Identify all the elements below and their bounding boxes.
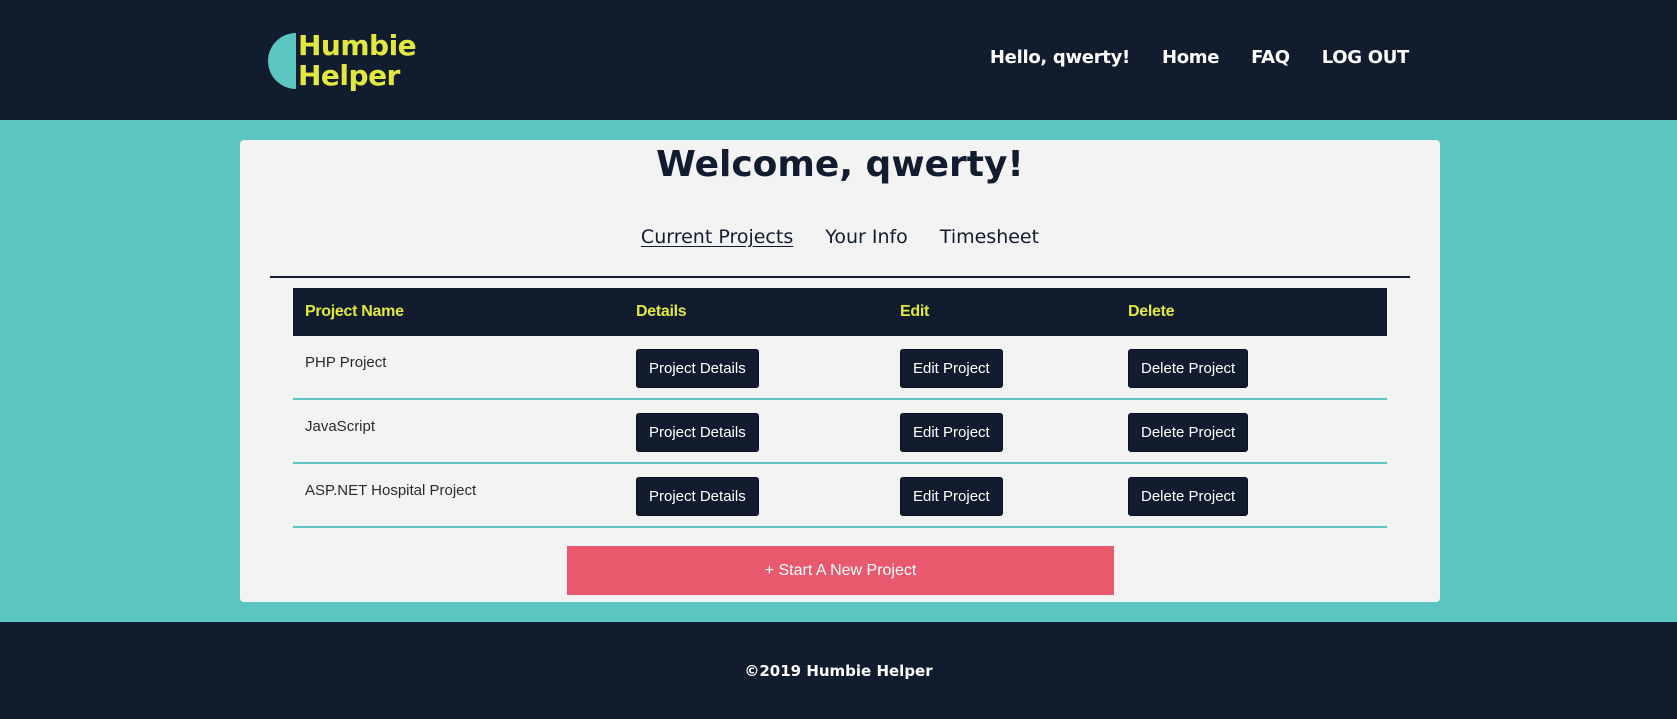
header-details: Details <box>636 303 687 320</box>
header-project-name: Project Name <box>305 303 404 320</box>
logo-text: Humbie Helper <box>298 29 417 92</box>
tab-bar: Current Projects Your Info Timesheet <box>240 225 1440 249</box>
table-row: ASP.NET Hospital Project Project Details… <box>293 464 1387 528</box>
edit-project-button[interactable]: Edit Project <box>900 349 1003 388</box>
header-edit: Edit <box>900 303 930 320</box>
copyright-text: ©2019 Humbie Helper <box>744 662 933 680</box>
start-new-project-button[interactable]: + Start A New Project <box>567 546 1114 595</box>
delete-project-button[interactable]: Delete Project <box>1128 413 1249 452</box>
project-name: ASP.NET Hospital Project <box>305 482 477 499</box>
header-delete: Delete <box>1128 303 1175 320</box>
project-name: JavaScript <box>305 418 376 435</box>
project-name: PHP Project <box>305 354 387 371</box>
logo-half-circle-icon <box>268 33 296 89</box>
nav-logout-link[interactable]: LOG OUT <box>1322 46 1410 70</box>
nav-home-link[interactable]: Home <box>1162 46 1220 70</box>
divider <box>270 276 1410 278</box>
tab-timesheet[interactable]: Timesheet <box>940 225 1039 249</box>
tab-your-info[interactable]: Your Info <box>825 225 908 249</box>
logo-line-1: Humbie <box>298 29 417 62</box>
edit-project-button[interactable]: Edit Project <box>900 413 1003 452</box>
projects-table: Project Name Details Edit Delete PHP Pro… <box>293 288 1387 528</box>
table-row: JavaScript Project Details Edit Project … <box>293 400 1387 464</box>
table-header: Project Name Details Edit Delete <box>293 288 1387 336</box>
tab-current-projects[interactable]: Current Projects <box>641 225 793 249</box>
delete-project-button[interactable]: Delete Project <box>1128 477 1249 516</box>
site-header: Humbie Helper Hello, qwerty! Home FAQ LO… <box>0 0 1677 120</box>
top-nav: Hello, qwerty! Home FAQ LOG OUT <box>990 46 1409 70</box>
nav-faq-link[interactable]: FAQ <box>1251 46 1290 70</box>
project-details-button[interactable]: Project Details <box>636 413 759 452</box>
dashboard-card: Welcome, qwerty! Current Projects Your I… <box>240 140 1440 602</box>
logo-line-2: Helper <box>298 59 400 92</box>
project-details-button[interactable]: Project Details <box>636 349 759 388</box>
table-row: PHP Project Project Details Edit Project… <box>293 336 1387 400</box>
site-footer: ©2019 Humbie Helper <box>0 622 1677 719</box>
edit-project-button[interactable]: Edit Project <box>900 477 1003 516</box>
project-details-button[interactable]: Project Details <box>636 477 759 516</box>
delete-project-button[interactable]: Delete Project <box>1128 349 1249 388</box>
logo[interactable]: Humbie Helper <box>268 31 428 93</box>
user-greeting: Hello, qwerty! <box>989 47 1130 68</box>
page-title: Welcome, qwerty! <box>656 144 1024 185</box>
